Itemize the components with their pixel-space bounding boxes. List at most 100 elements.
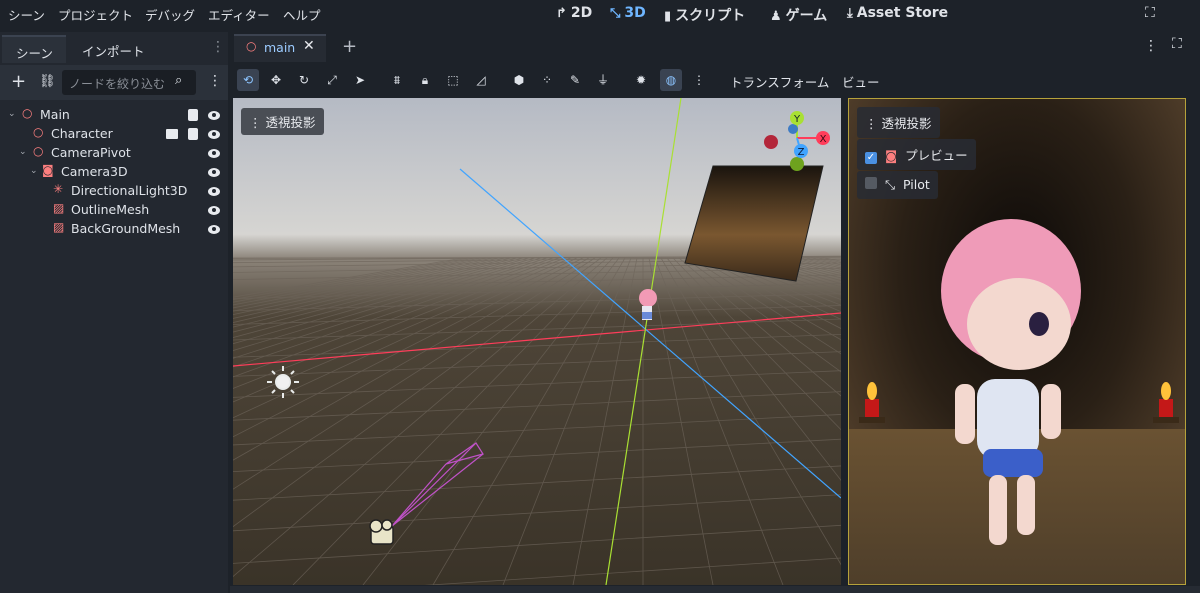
- scale-mode-icon[interactable]: ⤢: [321, 69, 343, 91]
- menu-help[interactable]: ヘルプ: [283, 5, 321, 24]
- visibility-eye-icon[interactable]: [208, 149, 220, 158]
- chevron-down-icon[interactable]: ⌄: [19, 147, 27, 157]
- camera-gizmo[interactable]: [369, 519, 394, 545]
- visibility-eye-icon[interactable]: [208, 130, 220, 139]
- menu-editor[interactable]: エディター: [208, 5, 270, 24]
- editor-tabbar: + ⋮ ⛶: [230, 32, 1200, 62]
- tree-item-camera3d[interactable]: ⌄ ◙ Camera3D: [0, 163, 228, 182]
- filter-placeholder: ノードを絞り込む: [69, 77, 166, 91]
- scene-toolbar: + ⛓ ノードを絞り込む ⌕ ⋮: [0, 65, 228, 101]
- environment-toggle-icon[interactable]: ◍: [660, 69, 682, 91]
- pin-icon[interactable]: ⏚: [592, 69, 614, 91]
- ruler-icon[interactable]: ◿: [470, 69, 492, 91]
- node3d-icon: ○: [33, 144, 44, 158]
- transform-menu[interactable]: トランスフォーム: [730, 72, 829, 91]
- light-icon: ✳: [53, 182, 64, 196]
- 2d-icon: ↱: [556, 6, 567, 21]
- mesh-icon: ▨: [53, 220, 65, 234]
- visibility-eye-icon[interactable]: [208, 225, 220, 234]
- camera-preview-panel[interactable]: ⋮ 透視投影 ✓ ◙ プレビュー ⤡ Pilot: [848, 98, 1186, 585]
- script-icon: ▮: [664, 9, 672, 24]
- clapperboard-icon[interactable]: [166, 129, 178, 139]
- lock-icon[interactable]: 🔒︎: [414, 69, 436, 91]
- kebab-icon: ⋮: [249, 115, 262, 130]
- menu-project[interactable]: プロジェクト: [58, 5, 133, 24]
- tabbar-menu-icon[interactable]: ⋮: [1144, 38, 1158, 54]
- local-space-icon[interactable]: ⬢: [508, 69, 530, 91]
- tree-item-main[interactable]: ⌄ ○ Main: [0, 106, 228, 125]
- menu-debug[interactable]: デバッグ: [145, 5, 195, 24]
- viewport-scene[interactable]: Y X Z: [233, 98, 841, 585]
- mesh-icon: ▨: [53, 201, 65, 215]
- tab-import[interactable]: インポート: [68, 35, 159, 63]
- pilot-toggle[interactable]: ⤡ Pilot: [857, 171, 938, 199]
- visibility-eye-icon[interactable]: [208, 206, 220, 215]
- distraction-free-icon[interactable]: ⛶: [1172, 36, 1182, 52]
- select-mode-icon[interactable]: ⟲: [237, 69, 259, 91]
- tab-main-label: main: [264, 40, 296, 55]
- close-icon[interactable]: ✕: [303, 38, 315, 54]
- dock-menu-icon[interactable]: ⋮: [211, 39, 225, 55]
- group-icon[interactable]: ⬚: [442, 69, 464, 91]
- snap-toggle-icon[interactable]: ⁘: [536, 69, 558, 91]
- scene-menu-icon[interactable]: ⋮: [208, 73, 222, 89]
- view-menu[interactable]: ビュー: [842, 72, 880, 91]
- checkbox-checked-icon[interactable]: ✓: [865, 152, 877, 164]
- chevron-down-icon[interactable]: ⌄: [8, 109, 16, 119]
- viewport-perspective-menu[interactable]: ⋮ 透視投影: [241, 108, 324, 135]
- kebab-icon: ⋮: [865, 116, 878, 131]
- mode-game-button[interactable]: ♟ ゲーム: [770, 5, 827, 25]
- node3d-icon: ○: [246, 39, 257, 53]
- assetstore-icon: ⤓: [847, 6, 853, 21]
- node3d-icon: ○: [22, 106, 33, 120]
- bottom-panel-edge: [230, 586, 1200, 593]
- snap-icon[interactable]: ⩩: [386, 69, 408, 91]
- 3d-icon: ⤡: [610, 6, 621, 21]
- fullscreen-icon[interactable]: ⛶: [1145, 5, 1155, 21]
- tab-main[interactable]: ○ main ✕: [234, 34, 326, 62]
- script-icon[interactable]: [188, 128, 198, 140]
- mode-2d-button[interactable]: ↱ 2D: [556, 5, 592, 21]
- rotate-mode-icon[interactable]: ↻: [293, 69, 315, 91]
- 3d-viewport[interactable]: Y X Z ⋮ 透視投影: [233, 98, 841, 585]
- preview-toggle[interactable]: ✓ ◙ プレビュー: [857, 139, 976, 170]
- gizmo-z-label: Z: [798, 147, 805, 158]
- new-tab-icon[interactable]: +: [342, 36, 357, 57]
- tree-item-backgroundmesh[interactable]: ▨ BackGroundMesh: [0, 220, 228, 239]
- preview-perspective-menu[interactable]: ⋮ 透視投影: [857, 107, 940, 138]
- search-icon: ⌕: [175, 73, 183, 88]
- mode-3d-button[interactable]: ⤡ 3D: [610, 5, 646, 21]
- game-icon: ♟: [770, 9, 782, 24]
- add-node-icon[interactable]: +: [11, 71, 26, 92]
- list-select-icon[interactable]: ➤: [349, 69, 371, 91]
- toolbar-menu-icon[interactable]: ⋮: [688, 69, 710, 91]
- visibility-eye-icon[interactable]: [208, 111, 220, 120]
- tree-item-camerapivot[interactable]: ⌄ ○ CameraPivot: [0, 144, 228, 163]
- tree-item-outlinemesh[interactable]: ▨ OutlineMesh: [0, 201, 228, 220]
- sun-toggle-icon[interactable]: ✹: [630, 69, 652, 91]
- gizmo-y-label: Y: [793, 114, 801, 125]
- scene-tree: ⌄ ○ Main ○ Character ⌄ ○ CameraPivot ⌄ ◙…: [0, 100, 228, 593]
- script-icon[interactable]: [188, 109, 198, 121]
- tree-item-directionallight3d[interactable]: ✳ DirectionalLight3D: [0, 182, 228, 201]
- visibility-eye-icon[interactable]: [208, 187, 220, 196]
- chevron-down-icon[interactable]: ⌄: [30, 166, 38, 176]
- menu-bar: シーン プロジェクト デバッグ エディター ヘルプ ↱ 2D ⤡ 3D ▮ スクリプト…: [0, 0, 1200, 30]
- checkbox-unchecked-icon[interactable]: [865, 177, 877, 189]
- mode-script-button[interactable]: ▮ スクリプト: [664, 5, 745, 25]
- paint-icon[interactable]: ✎: [564, 69, 586, 91]
- menu-scene[interactable]: シーン: [8, 5, 45, 24]
- visibility-eye-icon[interactable]: [208, 168, 220, 177]
- mode-assetstore-button[interactable]: ⤓ Asset Store: [847, 5, 948, 21]
- link-icon[interactable]: ⛓: [39, 74, 56, 89]
- tab-scene[interactable]: シーン: [2, 35, 66, 63]
- node3d-icon: ○: [33, 125, 44, 139]
- camera-icon: ◙: [884, 148, 898, 163]
- filter-input[interactable]: ノードを絞り込む ⌕: [62, 70, 196, 95]
- pilot-icon: ⤡: [884, 177, 895, 192]
- camera-icon: ◙: [42, 163, 54, 177]
- viewport-toolbar: ⟲ ✥ ↻ ⤢ ➤ ⩩ 🔒︎ ⬚ ◿ ⬢ ⁘ ✎ ⏚ ✹ ◍ ⋮ トランスフォー…: [230, 64, 1200, 96]
- tree-item-character[interactable]: ○ Character: [0, 125, 228, 144]
- move-mode-icon[interactable]: ✥: [265, 69, 287, 91]
- gizmo-x-label: X: [820, 134, 827, 145]
